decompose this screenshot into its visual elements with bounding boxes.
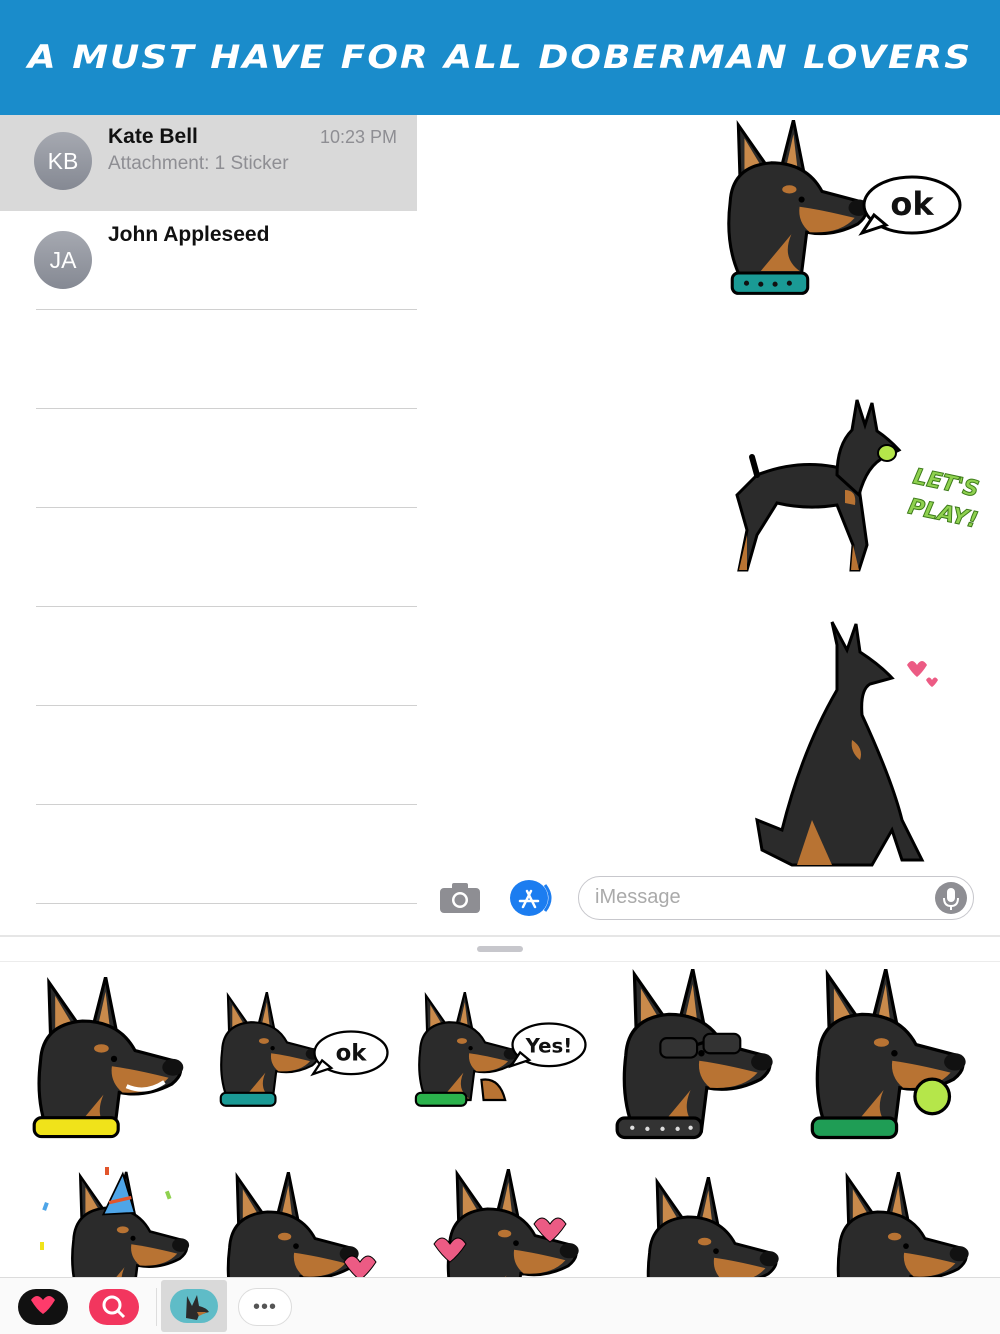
conversation-row-john-appleseed[interactable]: JA John Appleseed	[0, 211, 417, 307]
divider	[36, 309, 417, 310]
contact-name: Kate Bell	[108, 125, 198, 148]
camera-icon[interactable]	[439, 882, 481, 914]
conversation-row-kate-bell[interactable]: KB Kate Bell Attachment: 1 Sticker 10:23…	[0, 115, 417, 211]
doberman-app-icon[interactable]	[161, 1280, 227, 1332]
sticker-drawer: ok Yes!	[0, 935, 1000, 1277]
recents-app-icon[interactable]	[16, 1287, 70, 1327]
contact-name: John Appleseed	[108, 223, 270, 246]
speech-text: ok	[336, 1040, 368, 1066]
doberman-ok-sticker[interactable]: ok	[712, 120, 982, 320]
app-store-icon[interactable]	[509, 879, 553, 917]
doberman-sunglasses-sticker[interactable]	[615, 969, 780, 1144]
drawer-handle[interactable]	[477, 946, 523, 952]
divider	[36, 606, 417, 607]
microphone-icon[interactable]	[935, 882, 967, 914]
speech-text: Yes!	[525, 1034, 573, 1057]
doberman-lets-play-sticker[interactable]: LET'S PLAY!	[717, 395, 987, 580]
doberman-hearts-tongue-sticker[interactable]	[430, 1169, 600, 1277]
doberman-smile-sticker[interactable]	[30, 977, 190, 1142]
doberman-ball-sticker[interactable]	[808, 969, 978, 1144]
speech-text: ok	[890, 185, 934, 223]
divider	[36, 507, 417, 508]
conversation-list: KB Kate Bell Attachment: 1 Sticker 10:23…	[0, 115, 417, 935]
avatar: KB	[34, 132, 92, 190]
doberman-head-2-sticker[interactable]	[830, 1172, 990, 1277]
message-input-bar	[417, 870, 1000, 930]
divider	[156, 1288, 157, 1326]
divider	[36, 705, 417, 706]
divider	[36, 408, 417, 409]
more-apps-label: •••	[238, 1288, 292, 1326]
banner-title: A must have for all Doberman lovers	[27, 39, 973, 76]
divider	[36, 804, 417, 805]
chat-transcript: ok LET'S PLAY!	[417, 115, 1000, 875]
doberman-ok-small-sticker[interactable]: ok	[215, 992, 395, 1122]
promo-banner: A must have for all Doberman lovers	[0, 0, 1000, 115]
doberman-head-sticker[interactable]	[640, 1177, 800, 1277]
more-apps-icon[interactable]: •••	[236, 1287, 294, 1327]
doberman-party-hat-sticker[interactable]	[35, 1162, 195, 1277]
doberman-sitting-hearts-sticker[interactable]	[752, 620, 952, 870]
avatar: JA	[34, 231, 92, 289]
divider	[36, 903, 417, 904]
doberman-heart-sticker[interactable]	[220, 1172, 390, 1277]
message-input[interactable]	[595, 886, 925, 909]
app-drawer-strip: •••	[0, 1277, 1000, 1334]
message-time: 10:23 PM	[319, 127, 397, 147]
divider	[0, 961, 1000, 962]
image-search-app-icon[interactable]	[87, 1287, 141, 1327]
imessage-field[interactable]	[578, 876, 974, 920]
doberman-yes-sticker[interactable]: Yes!	[413, 992, 593, 1122]
message-preview: Attachment: 1 Sticker	[108, 153, 289, 174]
